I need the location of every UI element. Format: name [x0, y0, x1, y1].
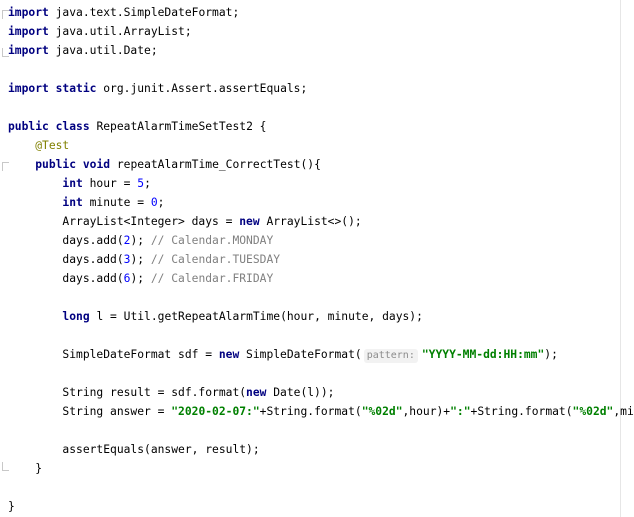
code-token: org.junit.Assert.assertEquals;: [96, 82, 308, 95]
code-token: int: [62, 196, 83, 209]
code-token: new: [246, 386, 267, 399]
code-token: "%02d": [361, 405, 403, 418]
code-token: // Calendar.FRIDAY: [150, 272, 274, 285]
right-margin-guide: [620, 0, 621, 517]
parameter-hint: pattern:: [363, 349, 418, 363]
code-token: minute =: [82, 196, 151, 209]
code-line[interactable]: import java.text.SimpleDateFormat;: [8, 3, 239, 22]
code-token: }: [8, 500, 15, 513]
code-token: new: [239, 215, 260, 228]
code-token: SimpleDateFormat sdf =: [8, 348, 219, 361]
code-token: import: [8, 6, 49, 19]
code-token: );: [130, 253, 151, 266]
code-line[interactable]: int minute = 0;: [8, 193, 164, 212]
code-line[interactable]: }: [8, 497, 15, 516]
code-line[interactable]: int hour = 5;: [8, 174, 151, 193]
code-token: days.add(: [8, 272, 124, 285]
code-token: );: [130, 272, 151, 285]
code-token: +String.format(: [259, 405, 362, 418]
code-token: Date(l));: [266, 386, 335, 399]
code-token: ,hour)+: [402, 405, 451, 418]
code-line[interactable]: days.add(3); // Calendar.TUESDAY: [8, 250, 280, 269]
code-token: java.util.Date;: [48, 44, 158, 57]
code-token: "YYYY-MM-dd:HH:mm": [421, 348, 545, 361]
code-token: long: [62, 310, 90, 323]
code-line[interactable]: days.add(6); // Calendar.FRIDAY: [8, 269, 273, 288]
code-token: // Calendar.TUESDAY: [150, 253, 281, 266]
code-token: public: [35, 158, 77, 171]
code-line[interactable]: String result = sdf.format(new Date(l));: [8, 383, 334, 402]
code-line[interactable]: @Test: [8, 136, 69, 155]
code-line[interactable]: String answer = "2020-02-07:"+String.for…: [8, 402, 634, 421]
code-token: ;: [157, 196, 165, 209]
code-line[interactable]: public void repeatAlarmTime_CorrectTest(…: [8, 155, 321, 174]
code-token: ArrayList<>();: [259, 215, 362, 228]
code-line[interactable]: assertEquals(answer, result);: [8, 440, 260, 459]
code-token: @Test: [35, 139, 70, 152]
code-line[interactable]: import static org.junit.Assert.assertEqu…: [8, 79, 307, 98]
code-token: );: [544, 348, 558, 361]
code-token: new: [218, 348, 240, 361]
code-token: }: [8, 462, 43, 475]
code-line[interactable]: import java.util.Date;: [8, 41, 158, 60]
code-token: static: [55, 82, 97, 95]
code-token: days.add(: [8, 234, 124, 247]
code-token: RepeatAlarmTimeSetTest2 {: [89, 120, 267, 133]
code-line[interactable]: days.add(2); // Calendar.MONDAY: [8, 231, 273, 250]
code-editor[interactable]: import java.text.SimpleDateFormat; import…: [0, 0, 634, 517]
code-token: assertEquals(answer, result);: [8, 443, 260, 456]
code-token: public: [8, 120, 49, 133]
code-token: int: [62, 177, 83, 190]
code-line[interactable]: ArrayList<Integer> days = new ArrayList<…: [8, 212, 362, 231]
code-token: class: [55, 120, 90, 133]
code-line[interactable]: long l = Util.getRepeatAlarmTime(hour, m…: [8, 307, 423, 326]
code-token: 0: [150, 196, 158, 209]
code-token: days.add(: [8, 253, 124, 266]
code-token: ":": [450, 405, 471, 418]
code-token: void: [82, 158, 111, 171]
code-line[interactable]: public class RepeatAlarmTimeSetTest2 {: [8, 117, 266, 136]
code-token: // Calendar.MONDAY: [150, 234, 274, 247]
code-token: ;: [144, 177, 151, 190]
code-token: import: [8, 25, 49, 38]
code-line[interactable]: }: [8, 459, 42, 478]
code-token: );: [130, 234, 151, 247]
code-token: "%02d": [572, 405, 614, 418]
code-token: String result = sdf.format(: [8, 386, 247, 399]
code-line[interactable]: SimpleDateFormat sdf = new SimpleDateFor…: [8, 345, 558, 364]
code-token: java.util.ArrayList;: [48, 25, 192, 38]
code-token: java.text.SimpleDateFormat;: [48, 6, 240, 19]
code-token: ,minute);: [613, 405, 634, 418]
code-token: "2020-02-07:": [171, 405, 260, 418]
code-line[interactable]: import java.util.ArrayList;: [8, 22, 192, 41]
code-token: repeatAlarmTime_CorrectTest(){: [110, 158, 321, 171]
code-token: ArrayList<Integer> days =: [8, 215, 240, 228]
code-token: SimpleDateFormat(: [239, 348, 362, 361]
code-token: String answer =: [8, 405, 172, 418]
code-token: import: [8, 82, 49, 95]
code-token: hour =: [82, 177, 138, 190]
code-token: import: [8, 44, 49, 57]
code-token: +String.format(: [470, 405, 573, 418]
code-token: l = Util.getRepeatAlarmTime(hour, minute…: [89, 310, 423, 323]
